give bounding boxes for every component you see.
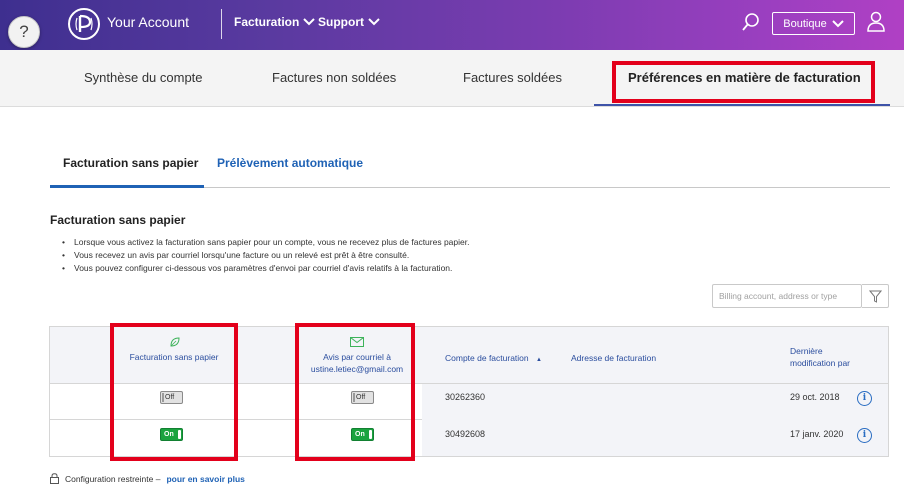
- annotation-box: [110, 323, 238, 461]
- nav-support-label: Support: [318, 15, 364, 29]
- list-item: Lorsque vous activez la facturation sans…: [62, 236, 469, 249]
- sort-ascending-icon: ▲: [536, 357, 542, 363]
- restricted-config-note: Configuration restreinte – pour en savoi…: [50, 473, 245, 484]
- help-button[interactable]: ?: [8, 16, 40, 48]
- learn-more-link[interactable]: pour en savoir plus: [166, 474, 244, 484]
- tab-account-summary[interactable]: Synthèse du compte: [84, 70, 203, 85]
- nav-facturation[interactable]: Facturation: [234, 15, 316, 29]
- tab-paid-invoices[interactable]: Factures soldées: [463, 70, 562, 85]
- billing-account-number: 30492608: [445, 429, 486, 439]
- chevron-down-icon: [368, 18, 380, 26]
- annotation-box: [295, 323, 415, 461]
- tab-paperless-billing[interactable]: Facturation sans papier: [63, 156, 198, 170]
- tab-unpaid-invoices[interactable]: Factures non soldées: [272, 70, 396, 85]
- search-icon[interactable]: [741, 12, 761, 32]
- active-tab-indicator: [594, 104, 890, 106]
- restricted-config-text: Configuration restreinte –: [65, 473, 161, 484]
- filter-icon: [869, 290, 882, 303]
- user-icon[interactable]: [866, 11, 886, 33]
- inner-active-tab-indicator: [50, 185, 204, 188]
- info-icon[interactable]: i: [857, 428, 872, 443]
- last-modified-date: 17 janv. 2020: [790, 429, 844, 439]
- col-billing-account[interactable]: Compte de facturation ▲: [445, 352, 542, 366]
- lock-icon: [50, 473, 59, 484]
- boutique-label: Boutique: [783, 17, 827, 30]
- filter-button[interactable]: [862, 284, 889, 308]
- col-billing-address: Adresse de facturation: [571, 353, 657, 363]
- section-title: Facturation sans papier: [50, 213, 186, 227]
- last-modified-date: 29 oct. 2018: [790, 392, 840, 402]
- list-item: Vous pouvez configurer ci-dessous vos pa…: [62, 262, 469, 275]
- info-icon[interactable]: i: [857, 391, 872, 406]
- annotation-box: [612, 61, 875, 103]
- col-last-modified-line2: modification par: [790, 358, 851, 368]
- brand-title[interactable]: Your Account: [107, 14, 189, 30]
- info-bullet-list: Lorsque vous activez la facturation sans…: [62, 236, 469, 275]
- billing-account-number: 30262360: [445, 392, 486, 402]
- nav-support[interactable]: Support: [318, 15, 380, 29]
- row-shading: [422, 384, 888, 420]
- tab-auto-debit[interactable]: Prélèvement automatique: [217, 156, 363, 170]
- header-divider: [221, 9, 222, 39]
- nav-facturation-label: Facturation: [234, 15, 300, 29]
- col-last-modified-line1: Dernière: [790, 346, 823, 356]
- boutique-button[interactable]: Boutique: [772, 12, 855, 35]
- page: ? Your Account Facturation Support Bouti…: [0, 0, 904, 490]
- chevron-down-icon: [832, 19, 844, 27]
- list-item: Vous recevez un avis par courriel lorsqu…: [62, 249, 469, 262]
- brand-logo-icon[interactable]: [68, 8, 100, 40]
- col-last-modified: Dernière modification par: [790, 345, 850, 369]
- top-bar: ? Your Account Facturation Support Bouti…: [0, 0, 904, 50]
- search-input[interactable]: Billing account, address or type: [712, 284, 862, 308]
- chevron-down-icon: [303, 18, 316, 26]
- col-billing-account-label: Compte de facturation: [445, 353, 529, 363]
